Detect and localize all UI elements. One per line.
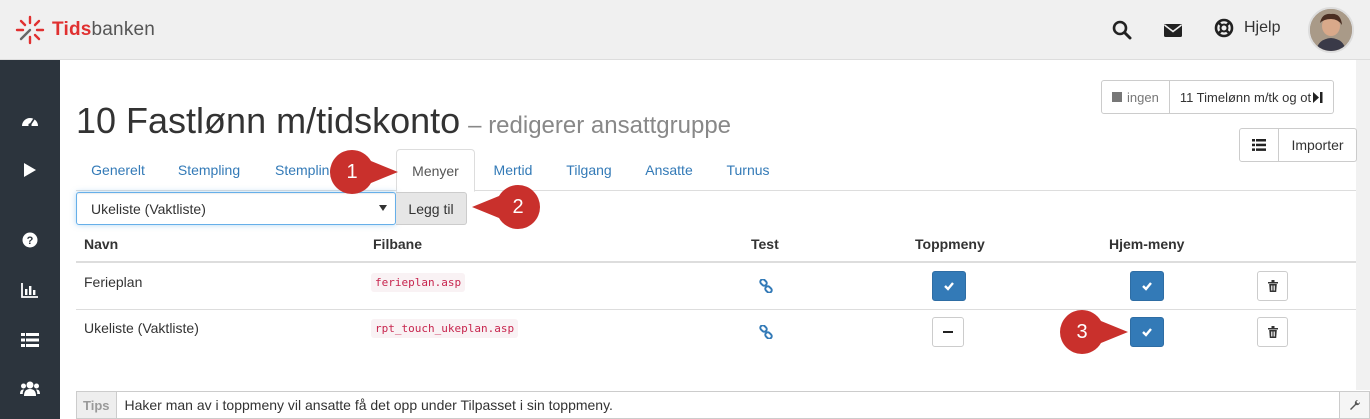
link-icon[interactable] [759,279,773,293]
add-menu-label: Legg til [408,200,454,217]
svg-text:?: ? [27,235,34,247]
logo-mark-icon [15,15,45,45]
column-header-home-menu: Hjem-meny [1109,236,1185,252]
wrench-icon [1349,399,1360,410]
top-menu-checkbox[interactable] [932,317,964,347]
envelope-icon[interactable] [1163,20,1183,40]
page-subtitle: – redigerer ansattgruppe [468,112,732,139]
list-icon [21,333,39,347]
tab-ansatte[interactable]: Ansatte [632,149,706,191]
sidebar-item-list[interactable] [0,320,60,360]
users-icon [20,381,40,396]
menu-select[interactable]: Ukeliste (Vaktliste) [76,192,396,225]
row-path: ferieplan.asp [371,273,466,292]
sidebar-item-reports[interactable] [0,270,60,310]
tab-turnus[interactable]: Turnus [712,149,784,191]
delete-button[interactable] [1257,271,1288,301]
logo[interactable]: Tidsbanken [14,14,155,46]
caret-down-icon [379,205,387,211]
callout-number: 3 [1076,320,1088,343]
row-name: Ukeliste (Vaktliste) [84,320,199,336]
tab-generelt[interactable]: Generelt [78,149,158,191]
tab-bar: Generelt Stempling Stempling Menyer Mert… [76,149,1356,192]
bar-chart-icon [21,283,38,298]
group-navigation: ingen 11 Timelønn m/tk og ot [1101,80,1335,114]
user-photo [1310,9,1352,51]
row-name: Ferieplan [84,274,143,290]
tab-tilgang[interactable]: Tilgang [552,149,626,191]
row-path: rpt_touch_ukeplan.asp [371,319,519,338]
step-forward-icon [1313,91,1323,103]
menu-select-value: Ukeliste (Vaktliste) [91,200,206,217]
next-group-label: 11 Timelønn m/tk og ot [1179,89,1312,105]
row-divider [76,309,1356,310]
home-menu-checkbox[interactable] [1130,271,1164,301]
top-bar: Tidsbanken Hjelp [0,0,1370,60]
settings-button[interactable] [1340,391,1370,419]
stop-icon [1112,92,1122,102]
scrollbar[interactable] [1356,60,1370,390]
lifebuoy-icon [1214,18,1234,38]
tips-label: Tips [77,392,117,418]
callout-1: 1 [330,150,400,194]
tab-stempling-1[interactable]: Stempling [164,149,254,191]
check-icon [1142,282,1152,291]
sidebar-item-users[interactable] [0,368,60,408]
home-menu-checkbox[interactable] [1130,317,1164,347]
next-group-button[interactable]: 11 Timelønn m/tk og ot [1169,80,1335,114]
callout-2: 2 [470,185,540,229]
avatar[interactable] [1308,7,1354,53]
question-icon: ? [22,232,38,248]
prev-group-label: ingen [1127,89,1159,105]
callout-3: 3 [1060,310,1130,354]
delete-button[interactable] [1257,317,1288,347]
column-header-top-menu: Toppmeny [915,236,985,252]
tab-menyer[interactable]: Menyer [396,149,475,192]
callout-number: 2 [512,195,524,218]
brand-name: Tidsbanken [52,19,156,40]
trash-icon [1267,326,1278,338]
column-header-name: Navn [84,236,119,252]
help-link[interactable]: Hjelp [1214,18,1280,38]
top-menu-checkbox[interactable] [932,271,966,301]
search-icon[interactable] [1112,20,1132,40]
sidebar: ? [0,60,60,419]
check-icon [944,282,954,291]
check-icon [1142,328,1152,337]
page-title: 10 Fastlønn m/tidskonto – redigerer ansat… [76,100,731,142]
dashboard-icon [22,118,38,127]
sidebar-item-dashboard[interactable] [0,101,60,141]
link-icon[interactable] [759,325,773,339]
prev-group-button[interactable]: ingen [1101,80,1170,114]
help-label: Hjelp [1244,19,1281,36]
column-header-test: Test [751,236,779,252]
play-icon [24,163,36,177]
column-header-path: Filbane [373,236,423,252]
tips-bar: Tips Haker man av i toppmeny vil ansatte… [76,391,1340,419]
tips-text: Haker man av i toppmeny vil ansatte få d… [124,397,613,413]
sidebar-item-play[interactable] [0,150,60,190]
sidebar-item-help[interactable]: ? [0,220,60,260]
callout-number: 1 [346,160,358,183]
table-header-divider [76,261,1356,263]
minus-icon [943,330,953,334]
page-title-text: 10 Fastlønn m/tidskonto [76,100,461,141]
trash-icon [1267,280,1278,292]
add-menu-button[interactable]: Legg til [396,192,467,225]
